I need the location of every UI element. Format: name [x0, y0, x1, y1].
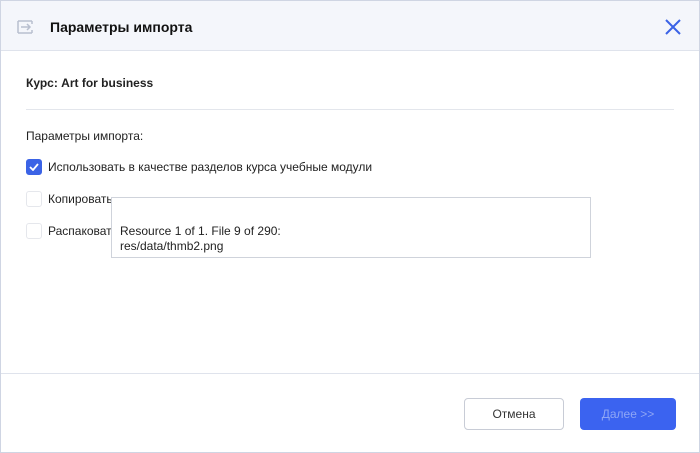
params-label: Параметры импорта:	[26, 129, 144, 143]
tooltip-line: Resource 1 of 1. File 9 of 290:	[120, 224, 281, 238]
cancel-button[interactable]: Отмена	[464, 398, 564, 430]
footer-divider	[1, 373, 699, 374]
next-button[interactable]: Далее >>	[580, 398, 676, 430]
option-use-modules[interactable]: Использовать в качестве разделов курса у…	[26, 159, 372, 175]
tooltip-line: res/data/thmb2.png	[120, 239, 224, 253]
check-icon	[29, 163, 39, 171]
option-copy[interactable]: Копировать	[26, 191, 113, 207]
import-icon	[17, 20, 33, 34]
checkbox-checked[interactable]	[26, 159, 42, 175]
option-label: Распаковат	[48, 224, 112, 238]
close-icon[interactable]	[664, 18, 682, 36]
checkbox[interactable]	[26, 223, 42, 239]
dialog-title: Параметры импорта	[50, 19, 193, 35]
course-label: Курс: Art for business	[26, 76, 154, 90]
dialog-header: Параметры импорта	[1, 1, 699, 51]
divider	[26, 109, 674, 110]
option-unpack[interactable]: Распаковат	[26, 223, 112, 239]
option-label: Копировать	[48, 192, 113, 206]
import-dialog: Параметры импорта Курс: Art for business…	[0, 0, 700, 453]
option-label: Использовать в качестве разделов курса у…	[48, 160, 373, 174]
progress-tooltip: Resource 1 of 1. File 9 of 290: res/data…	[111, 197, 591, 258]
checkbox[interactable]	[26, 191, 42, 207]
